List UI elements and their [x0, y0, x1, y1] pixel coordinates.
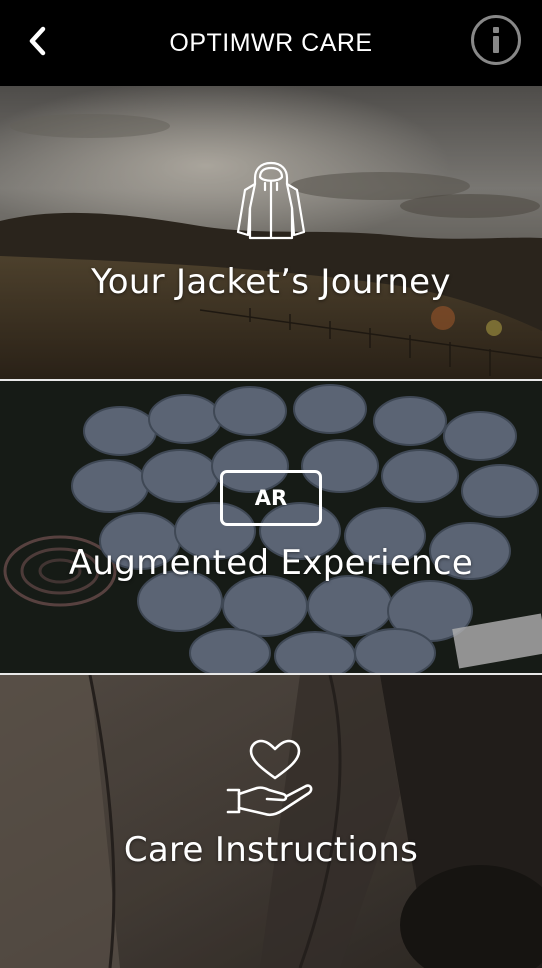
journey-card[interactable]: Your Jacket’s Journey: [0, 86, 542, 379]
care-label: Care Instructions: [123, 830, 419, 870]
augmented-content: AR Augmented Experience: [0, 470, 542, 583]
page-title: OPTIMWR CARE: [169, 28, 373, 57]
journey-content: Your Jacket’s Journey: [0, 160, 542, 302]
info-icon: [493, 27, 499, 53]
care-content: Care Instructions: [0, 738, 542, 870]
jacket-icon: [236, 161, 306, 240]
chevron-left-icon: [29, 26, 46, 56]
augmented-card[interactable]: AR Augmented Experience: [0, 381, 542, 673]
back-button[interactable]: [18, 20, 58, 62]
info-button[interactable]: [471, 15, 521, 65]
augmented-label: Augmented Experience: [68, 543, 474, 583]
ar-badge-text: AR: [254, 486, 288, 510]
journey-label: Your Jacket’s Journey: [91, 262, 451, 302]
care-card[interactable]: Care Instructions: [0, 675, 542, 968]
ar-icon: AR: [220, 470, 322, 526]
app-header: OPTIMWR CARE: [0, 0, 542, 86]
heart-hand-icon: [226, 739, 313, 817]
